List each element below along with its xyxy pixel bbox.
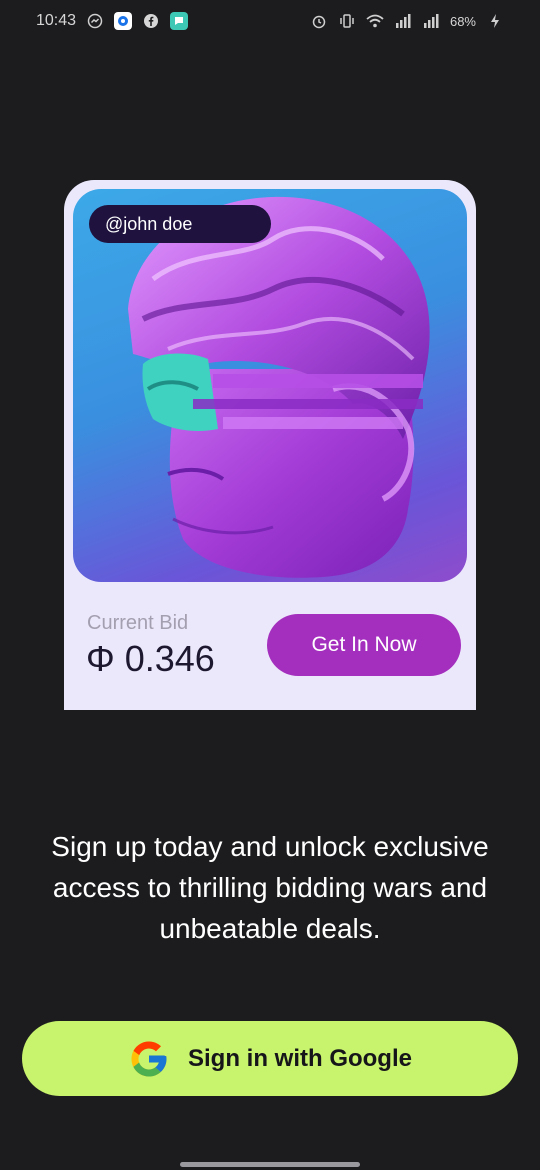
current-bid-label: Current Bid xyxy=(87,612,189,634)
wifi-icon xyxy=(366,12,384,30)
chat-app-icon xyxy=(170,12,189,30)
current-bid-value: Φ 0.346 xyxy=(86,638,215,680)
app-notification-icon xyxy=(114,12,133,30)
nft-card[interactable]: @john doe Current Bid Φ 0.346 Get In Now xyxy=(64,180,476,710)
status-left: 10:43 xyxy=(36,12,189,30)
signal-icon-1 xyxy=(394,12,412,30)
google-sign-in-button[interactable]: Sign in with Google xyxy=(22,1021,518,1096)
home-indicator[interactable] xyxy=(180,1162,360,1167)
alarm-icon xyxy=(310,12,328,30)
currency-symbol: Φ xyxy=(86,638,115,679)
vibrate-icon xyxy=(338,12,356,30)
google-logo-icon xyxy=(128,1038,170,1080)
status-right: 68% xyxy=(310,12,504,30)
signal-icon-2 xyxy=(422,12,440,30)
get-in-now-button[interactable]: Get In Now xyxy=(267,614,461,676)
bid-amount: 0.346 xyxy=(124,638,215,679)
status-time: 10:43 xyxy=(36,12,77,29)
signup-headline: Sign up today and unlock exclusive acces… xyxy=(51,831,489,944)
charging-icon xyxy=(486,12,504,30)
battery-percentage: 68% xyxy=(449,13,476,29)
messenger-icon xyxy=(86,12,104,30)
username-pill: @john doe xyxy=(89,205,271,243)
status-bar: 10:43 68% xyxy=(0,0,540,42)
nft-artwork: @john doe xyxy=(73,189,467,582)
sculpture-artwork-icon xyxy=(128,196,430,578)
google-sign-in-label: Sign in with Google xyxy=(188,1044,412,1072)
facebook-icon xyxy=(142,12,160,30)
